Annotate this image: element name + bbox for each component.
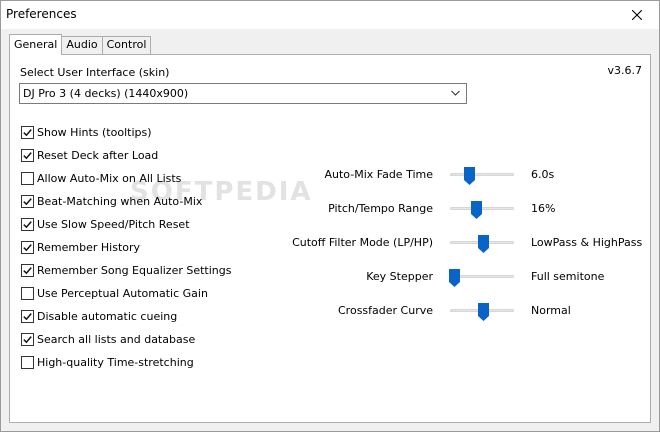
preferences-window: Preferences General Audio Control SOFTPE… [0, 0, 660, 432]
checkbox-label: Remember Song Equalizer Settings [37, 264, 232, 277]
slider-thumb[interactable] [449, 269, 461, 287]
slider-value: Normal [531, 304, 571, 317]
checkbox-row[interactable]: Show Hints (tooltips) [21, 121, 231, 144]
close-icon [632, 10, 642, 20]
slider-row: Auto-Mix Fade Time 6.0s [240, 163, 640, 197]
checkbox-row[interactable]: Remember History [21, 236, 231, 259]
checkbox[interactable] [21, 241, 34, 254]
checkbox[interactable] [21, 333, 34, 346]
checkbox-row[interactable]: High-quality Time-stretching [21, 351, 231, 374]
checkbox-row[interactable]: Use Slow Speed/Pitch Reset [21, 213, 231, 236]
checkbox[interactable] [21, 149, 34, 162]
slider-thumb[interactable] [463, 167, 475, 185]
checkbox-label: Disable automatic cueing [37, 310, 178, 323]
version-label: v3.6.7 [607, 64, 643, 77]
checkbox-row[interactable]: Beat-Matching when Auto-Mix [21, 190, 231, 213]
checkbox-label: Beat-Matching when Auto-Mix [37, 195, 203, 208]
slider-row: Key Stepper Full semitone [240, 265, 640, 299]
checkbox[interactable] [21, 264, 34, 277]
tab-general[interactable]: General [9, 34, 63, 55]
check-icon [23, 221, 32, 229]
general-panel: SOFTPEDIA v3.6.7 Select User Interface (… [9, 54, 651, 423]
slider-value: LowPass & HighPass [531, 236, 643, 249]
checkbox[interactable] [21, 172, 34, 185]
tab-audio[interactable]: Audio [61, 36, 103, 54]
slider-track[interactable] [450, 235, 514, 253]
check-icon [23, 198, 32, 206]
checkbox-row[interactable]: Allow Auto-Mix on All Lists [21, 167, 231, 190]
checkbox-row[interactable]: Remember Song Equalizer Settings [21, 259, 231, 282]
slider-row: Pitch/Tempo Range 16% [240, 197, 640, 231]
check-icon [23, 336, 32, 344]
slider-track[interactable] [450, 303, 514, 321]
checkbox-row[interactable]: Search all lists and database [21, 328, 231, 351]
checkbox-label: Reset Deck after Load [37, 149, 159, 162]
check-icon [23, 267, 32, 275]
slider-track[interactable] [450, 167, 514, 185]
skin-dropdown-value: DJ Pro 3 (4 decks) (1440x900) [23, 87, 189, 100]
slider-value: 6.0s [531, 168, 555, 181]
checkbox-label: High-quality Time-stretching [37, 356, 194, 369]
options-checklist: Show Hints (tooltips) Reset Deck after Lo… [21, 121, 231, 374]
tab-bar: General Audio Control [9, 34, 152, 55]
slider-label: Key Stepper [366, 270, 433, 283]
check-icon [23, 244, 32, 252]
slider-label: Auto-Mix Fade Time [324, 168, 434, 181]
close-button[interactable] [615, 1, 659, 29]
check-icon [23, 313, 32, 321]
checkbox-label: Show Hints (tooltips) [37, 126, 152, 139]
slider-value: Full semitone [531, 270, 605, 283]
window-title: Preferences [6, 7, 77, 21]
slider-row: Crossfader Curve Normal [240, 299, 640, 333]
checkbox-label: Use Slow Speed/Pitch Reset [37, 218, 190, 231]
check-icon [23, 152, 32, 160]
checkbox[interactable] [21, 126, 34, 139]
slider-track[interactable] [449, 269, 514, 287]
chevron-down-icon [451, 90, 460, 96]
checkbox-row[interactable]: Use Perceptual Automatic Gain [21, 282, 231, 305]
sliders-group: Auto-Mix Fade Time 6.0s Pitch/Tempo Range 1… [240, 163, 643, 333]
title-bar: Preferences [1, 1, 659, 29]
slider-thumb[interactable] [478, 303, 489, 321]
checkbox[interactable] [21, 310, 34, 323]
tab-control[interactable]: Control [101, 36, 152, 54]
slider-label: Cutoff Filter Mode (LP/HP) [292, 236, 433, 249]
checkbox-row[interactable]: Disable automatic cueing [21, 305, 231, 328]
slider-thumb[interactable] [478, 235, 489, 253]
checkbox-label: Use Perceptual Automatic Gain [37, 287, 208, 300]
checkbox-label: Remember History [37, 241, 141, 254]
slider-label: Crossfader Curve [338, 304, 433, 317]
checkbox-label: Allow Auto-Mix on All Lists [37, 172, 182, 185]
slider-track[interactable] [450, 201, 514, 219]
checkbox[interactable] [21, 195, 34, 208]
skin-dropdown[interactable]: DJ Pro 3 (4 decks) (1440x900) [19, 83, 467, 104]
checkbox[interactable] [21, 218, 34, 231]
checkbox-label: Search all lists and database [37, 333, 196, 346]
slider-row: Cutoff Filter Mode (LP/HP) LowPass & High… [240, 231, 643, 265]
slider-label: Pitch/Tempo Range [328, 202, 433, 215]
checkbox-row[interactable]: Reset Deck after Load [21, 144, 231, 167]
checkbox[interactable] [21, 287, 34, 300]
slider-thumb[interactable] [470, 201, 482, 219]
check-icon [23, 129, 32, 137]
skin-label: Select User Interface (skin) [20, 66, 170, 79]
slider-value: 16% [531, 202, 556, 215]
checkbox[interactable] [21, 356, 34, 369]
